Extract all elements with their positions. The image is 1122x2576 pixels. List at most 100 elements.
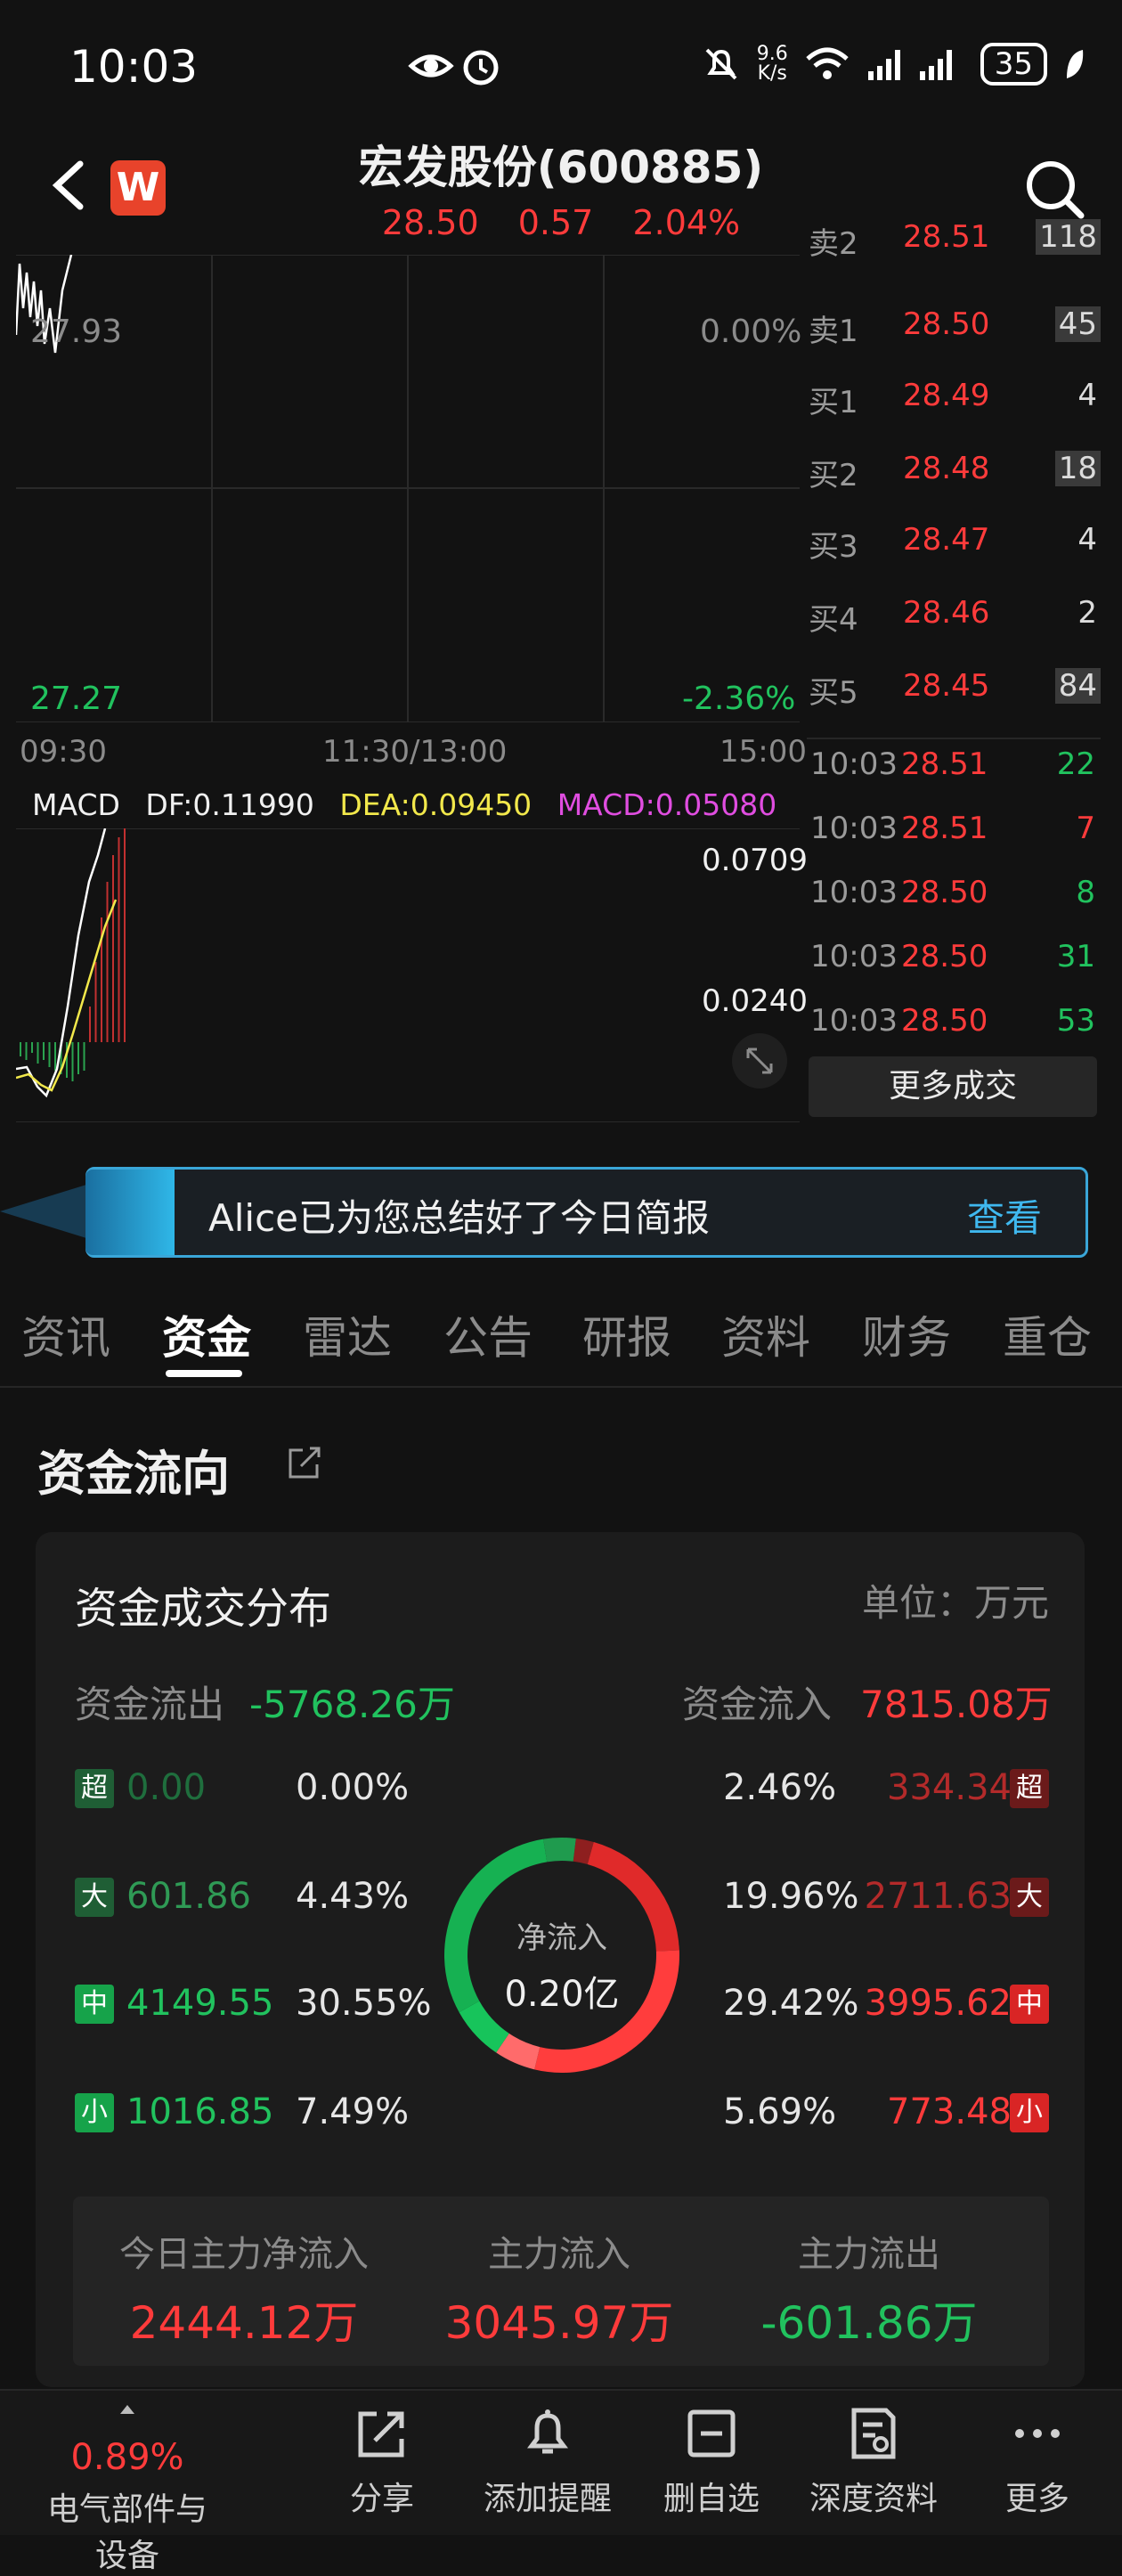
- banner-accent: [85, 1170, 175, 1255]
- orderbook-row[interactable]: 卖1 28.50 45: [807, 306, 1101, 360]
- tab-0[interactable]: 资讯: [21, 1302, 110, 1366]
- summary-label: 主力流入: [488, 2234, 630, 2275]
- time-axis-end: 15:00: [720, 734, 807, 770]
- trade-price: 28.50: [901, 939, 988, 974]
- macd-bar: [43, 1042, 45, 1060]
- more-label: 更多: [1004, 2481, 1069, 2517]
- status-app-icons: [408, 45, 506, 91]
- orderbook-row[interactable]: 买2 28.48 18: [807, 451, 1101, 504]
- macd-bar: [48, 1042, 51, 1067]
- tab-1[interactable]: 资金: [162, 1302, 251, 1366]
- inflow-pct: 29.42%: [723, 1983, 859, 2024]
- orderbook-row[interactable]: 卖2 28.51 118: [807, 219, 1101, 273]
- inflow-amount: 2711.63: [864, 1876, 1012, 1917]
- trade-volume: 8: [1076, 875, 1095, 910]
- sector-name: 电气部件与设备: [46, 2491, 207, 2574]
- orderbook-price: 28.46: [903, 595, 990, 631]
- status-system-icons: 9.6 K/s 35: [702, 43, 1086, 86]
- tab-4[interactable]: 研报: [582, 1302, 671, 1366]
- tab-7[interactable]: 重仓: [1003, 1302, 1092, 1366]
- macd-bar: [25, 1042, 28, 1060]
- external-link-icon[interactable]: [285, 1443, 324, 1482]
- inflow-badge: 小: [1010, 2093, 1049, 2132]
- macd-bar: [118, 837, 120, 1042]
- trade-row: 10:03 28.50 53: [807, 1003, 1101, 1056]
- macd-legend: MACD DF:0.11990 DEA:0.09450 MACD:0.05080: [32, 787, 793, 822]
- macd-mid-value: 0.0240: [702, 983, 808, 1019]
- remove-watchlist-button[interactable]: 删自选: [627, 2405, 796, 2519]
- signal-icon: [867, 50, 952, 80]
- macd-df: DF:0.11990: [145, 787, 314, 822]
- macd-bar: [20, 1042, 21, 1056]
- macd-histogram: [20, 828, 126, 1081]
- intraday-chart[interactable]: [16, 255, 800, 722]
- outflow-amount: 4149.55: [126, 1983, 274, 2024]
- macd-bar: [94, 962, 97, 1042]
- deep-info-button[interactable]: 深度资料: [789, 2405, 958, 2519]
- tab-6[interactable]: 财务: [862, 1302, 951, 1366]
- inflow-value: 7815.08万: [860, 1683, 1053, 1726]
- inflow-label: 资金流入: [682, 1683, 833, 1726]
- banner-view-link[interactable]: 查看: [967, 1188, 1042, 1243]
- macd-bar: [89, 1007, 91, 1042]
- orderbook-volume: 45: [1054, 306, 1101, 342]
- expand-icon[interactable]: [732, 1033, 787, 1088]
- macd-bar: [31, 1042, 33, 1053]
- more-trades-button[interactable]: 更多成交: [809, 1056, 1097, 1117]
- trade-row: 10:03 28.50 31: [807, 939, 1101, 992]
- inflow-badge: 大: [1010, 1878, 1049, 1917]
- net-speed-unit: K/s: [757, 62, 787, 85]
- macd-chart[interactable]: [16, 828, 800, 1122]
- summary-value: -601.86万: [760, 2297, 978, 2349]
- inflow-pct: 19.96%: [723, 1876, 859, 1917]
- macd-bar: [83, 1042, 85, 1071]
- inflow-badge: 超: [1010, 1769, 1049, 1808]
- mute-bell-icon: [705, 48, 737, 80]
- up-caret-icon: [120, 2405, 134, 2414]
- orderbook-volume: 4: [1077, 378, 1097, 413]
- outflow-amount: 0.00: [126, 1767, 207, 1808]
- section-title: 资金流向: [37, 1446, 230, 1502]
- orderbook-row[interactable]: 买5 28.45 84: [807, 668, 1101, 721]
- orderbook-row[interactable]: 买4 28.46 2: [807, 595, 1101, 648]
- stock-title: 宏发股份(600885): [358, 142, 764, 193]
- deep-info-label: 深度资料: [809, 2481, 938, 2517]
- trade-time: 10:03: [810, 811, 898, 846]
- orderbook-row[interactable]: 买3 28.47 4: [807, 522, 1101, 575]
- outflow-pct: 30.55%: [296, 1983, 432, 2024]
- share-button[interactable]: 分享: [297, 2405, 467, 2519]
- more-button[interactable]: 更多: [953, 2405, 1122, 2519]
- macd-bar: [54, 1042, 56, 1071]
- tab-5[interactable]: 资料: [721, 1302, 810, 1366]
- orderbook-price: 28.45: [903, 668, 990, 704]
- search-icon[interactable]: [1024, 159, 1086, 221]
- sector-indicator[interactable]: 0.89% 电气部件与设备: [43, 2405, 212, 2576]
- tab-3[interactable]: 公告: [443, 1302, 533, 1366]
- wifi-icon: [806, 47, 849, 79]
- trade-volume: 31: [1056, 939, 1095, 974]
- macd-value: MACD:0.05080: [557, 787, 777, 822]
- macd-bar: [106, 882, 109, 1042]
- trade-price: 28.50: [901, 875, 988, 910]
- bell-icon: [527, 2409, 568, 2454]
- tab-2[interactable]: 雷达: [303, 1302, 392, 1366]
- orderbook-price: 28.49: [903, 378, 990, 413]
- minus-box-icon: [687, 2409, 736, 2458]
- leaf-icon: [1067, 50, 1084, 78]
- trade-row: 10:03 28.50 8: [807, 875, 1101, 928]
- net-speed: 9.6 K/s: [757, 45, 788, 84]
- orderbook-side-label: 买1: [809, 385, 858, 420]
- stock-change: 0.57: [517, 203, 594, 242]
- trade-row: 10:03 28.51 7: [807, 811, 1101, 864]
- orderbook-row[interactable]: 买1 28.49 4: [807, 378, 1101, 431]
- orderbook-price: 28.47: [903, 522, 990, 558]
- trade-volume: 22: [1056, 746, 1095, 782]
- add-alert-button[interactable]: 添加提醒: [463, 2405, 632, 2519]
- outflow-amount: 601.86: [126, 1876, 251, 1917]
- tabs-divider: [0, 1386, 1122, 1388]
- orderbook-side-label: 买5: [809, 675, 858, 711]
- trade-price: 28.50: [901, 1003, 988, 1039]
- share-label: 分享: [349, 2481, 414, 2517]
- inflow-pct: 5.69%: [723, 2091, 837, 2132]
- macd-label: MACD: [32, 787, 120, 822]
